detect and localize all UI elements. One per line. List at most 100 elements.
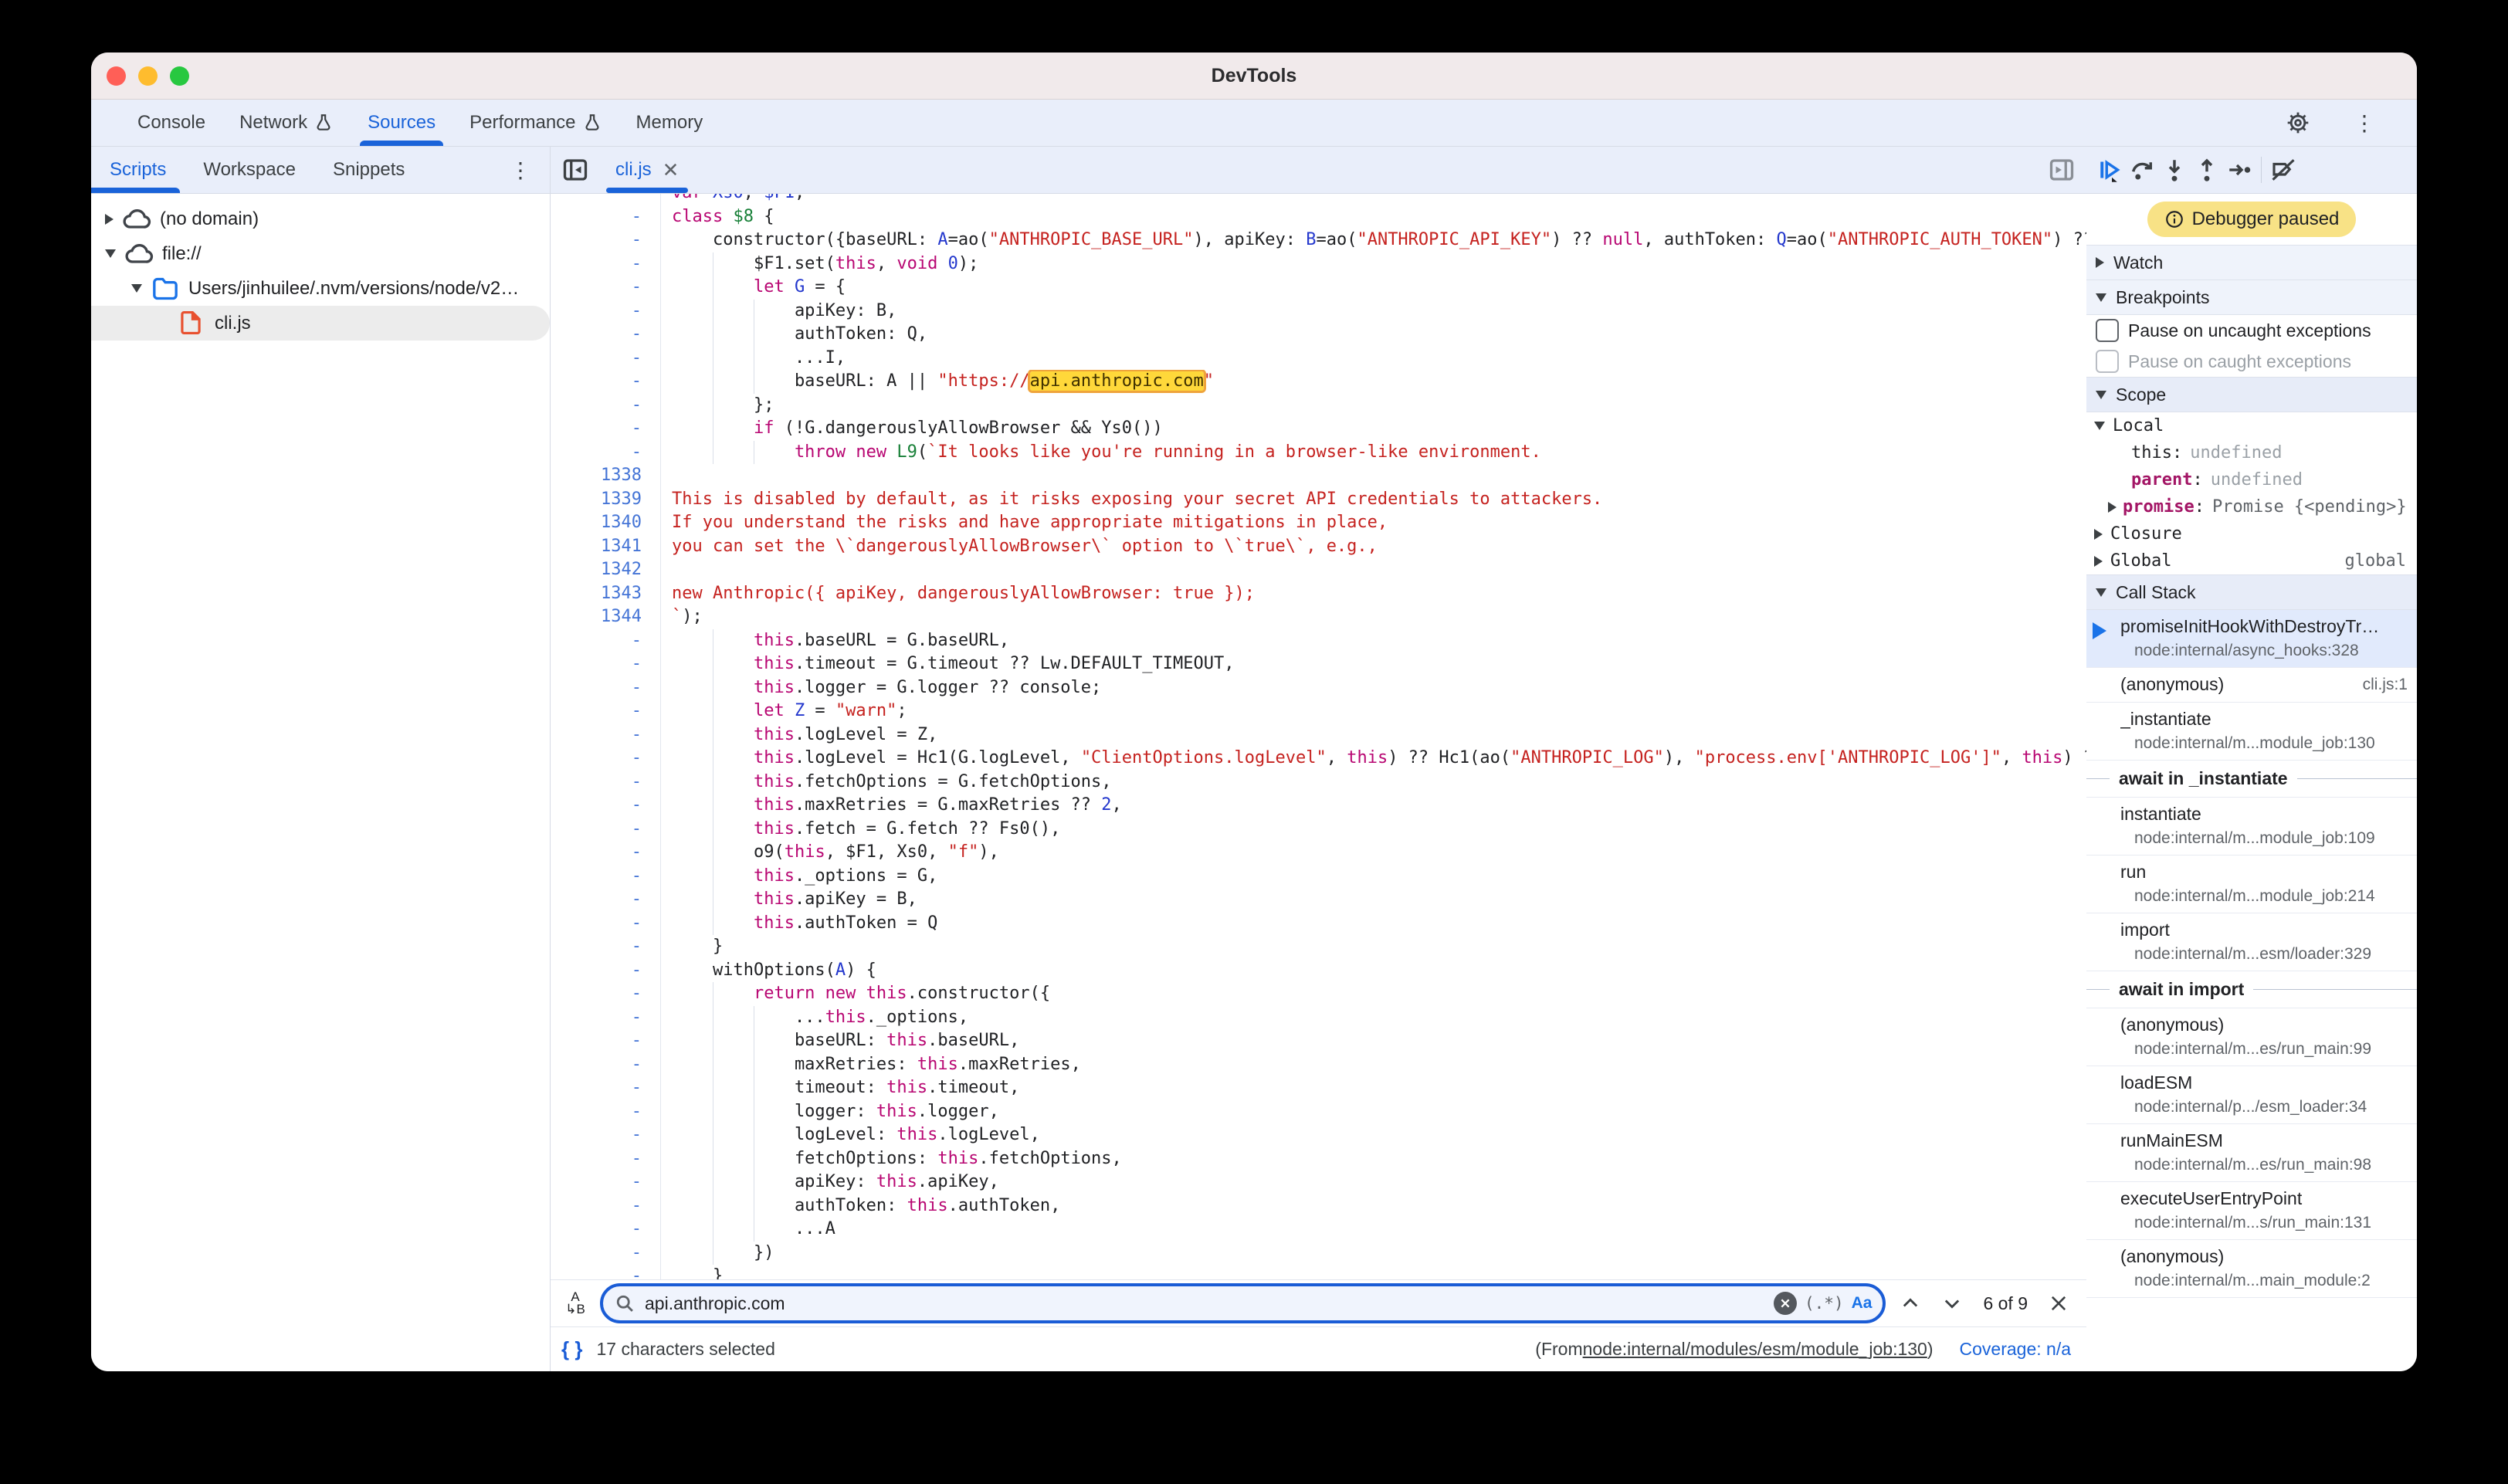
line-gutter[interactable]: - [551,865,660,889]
line-gutter[interactable]: - [551,818,660,842]
line-gutter[interactable]: - [551,229,660,252]
tree-item-file-[interactable]: file:// [91,236,550,271]
from-module-link[interactable]: node:internal/modules/esm/module_job:130 [1583,1339,1927,1360]
regex-toggle[interactable]: (.*) [1805,1294,1844,1313]
resume-script-icon[interactable] [2096,156,2123,184]
line-gutter[interactable]: - [551,1029,660,1053]
close-tab-icon[interactable]: ✕ [663,158,680,182]
more-options-icon[interactable]: ⋮ [2332,109,2397,137]
line-gutter[interactable]: - [551,629,660,653]
line-gutter[interactable]: 1342 [551,558,660,582]
line-gutter[interactable]: - [551,841,660,865]
tab-workspace[interactable]: Workspace [185,147,314,193]
match-case-toggle[interactable]: Aa [1852,1294,1873,1313]
disclosure-arrow-icon[interactable] [2094,529,2103,540]
settings-gear-icon[interactable] [2284,109,2312,137]
clear-search-icon[interactable] [1774,1292,1797,1315]
call-stack-item[interactable]: loadESMnode:internal/p.../esm_loader:34 [2086,1066,2417,1124]
line-gutter[interactable]: - [551,1053,660,1077]
call-stack-item[interactable]: (anonymous)node:internal/m...main_module… [2086,1240,2417,1298]
line-gutter[interactable]: - [551,441,660,465]
scope-section-header[interactable]: Scope [2086,377,2417,412]
pretty-print-icon[interactable]: { } [561,1337,582,1361]
line-gutter[interactable]: - [551,205,660,229]
disclosure-arrow-icon[interactable] [105,214,114,225]
line-gutter[interactable]: - [551,276,660,300]
disclosure-arrow-icon[interactable] [105,249,116,258]
call-stack-item[interactable]: _instantiatenode:internal/m...module_job… [2086,703,2417,761]
call-stack-section-header[interactable]: Call Stack [2086,574,2417,610]
search-input[interactable] [643,1293,1766,1315]
line-gutter[interactable]: - [551,888,660,912]
line-gutter[interactable]: - [551,1076,660,1100]
line-gutter[interactable]: - [551,417,660,441]
toggle-navigator-icon[interactable] [561,156,589,184]
line-gutter[interactable]: - [551,1194,660,1218]
line-gutter[interactable]: - [551,794,660,818]
line-gutter[interactable]: - [551,194,660,205]
pause-uncaught-checkbox[interactable] [2096,319,2119,342]
tab-performance[interactable]: Performance [452,100,619,146]
call-stack-item[interactable]: (anonymous)node:internal/m...es/run_main… [2086,1008,2417,1066]
line-gutter[interactable]: 1340 [551,511,660,535]
tab-memory[interactable]: Memory [619,100,720,146]
scope-variable-parent[interactable]: parent:undefined [2086,466,2417,493]
line-gutter[interactable]: - [551,912,660,936]
tab-sources[interactable]: Sources [351,100,452,146]
disclosure-arrow-icon[interactable] [131,284,142,293]
replace-toggle-icon[interactable]: A↳B [558,1291,592,1316]
line-gutter[interactable]: 1338 [551,464,660,488]
line-gutter[interactable]: - [551,1171,660,1194]
line-gutter[interactable]: - [551,652,660,676]
next-match-icon[interactable] [1941,1293,1963,1314]
disclosure-arrow-icon[interactable] [2094,556,2103,567]
line-gutter[interactable]: - [551,1147,660,1171]
line-gutter[interactable]: - [551,723,660,747]
line-gutter[interactable]: - [551,1265,660,1279]
line-gutter[interactable]: 1339 [551,488,660,512]
line-gutter[interactable]: - [551,771,660,795]
call-stack-item[interactable]: runnode:internal/m...module_job:214 [2086,856,2417,913]
scope-variable-promise[interactable]: promise:Promise {<pending>} [2086,493,2417,520]
tab-snippets[interactable]: Snippets [314,147,423,193]
line-gutter[interactable]: - [551,370,660,394]
navigator-more-icon[interactable]: ⋮ [491,158,550,183]
tree-item--no-domain-[interactable]: (no domain) [91,202,550,236]
scope-section-global[interactable]: Globalglobal [2086,547,2417,574]
tab-network[interactable]: Network [222,100,351,146]
call-stack-item[interactable]: (anonymous)cli.js:1 [2086,668,2417,703]
editor-tab-clijs[interactable]: cli.js ✕ [602,147,693,193]
line-gutter[interactable]: - [551,959,660,983]
step-over-icon[interactable] [2128,156,2156,184]
line-gutter[interactable]: - [551,300,660,324]
line-gutter[interactable]: - [551,700,660,723]
tab-console[interactable]: Console [120,100,222,146]
step-into-icon[interactable] [2161,156,2188,184]
disclosure-arrow-icon[interactable] [2094,422,2105,430]
scope-variable-this[interactable]: this:undefined [2086,439,2417,466]
call-stack-item[interactable]: executeUserEntryPointnode:internal/m...s… [2086,1182,2417,1240]
breakpoints-section-header[interactable]: Breakpoints [2086,280,2417,315]
line-gutter[interactable]: 1344 [551,605,660,629]
watch-section-header[interactable]: Watch [2086,245,2417,280]
call-stack-item[interactable]: instantiatenode:internal/m...module_job:… [2086,798,2417,856]
scope-section-local[interactable]: Local [2086,412,2417,439]
line-gutter[interactable]: - [551,982,660,1006]
call-stack-item[interactable]: promiseInitHookWithDestroyTr…node:intern… [2086,610,2417,668]
step-icon[interactable] [2225,156,2253,184]
line-gutter[interactable]: 1341 [551,535,660,559]
dock-right-panel-icon[interactable] [2048,156,2076,184]
previous-match-icon[interactable] [1900,1293,1921,1314]
line-gutter[interactable]: - [551,1242,660,1265]
line-gutter[interactable]: - [551,747,660,771]
call-stack-item[interactable]: importnode:internal/m...esm/loader:329 [2086,913,2417,971]
coverage-link[interactable]: Coverage: n/a [1960,1339,2071,1360]
scope-section-closure[interactable]: Closure [2086,520,2417,547]
line-gutter[interactable]: - [551,252,660,276]
line-gutter[interactable]: - [551,1218,660,1242]
line-gutter[interactable]: - [551,1123,660,1147]
line-gutter[interactable]: - [551,935,660,959]
line-gutter[interactable]: - [551,394,660,418]
tab-scripts[interactable]: Scripts [91,147,185,193]
line-gutter[interactable]: - [551,676,660,700]
